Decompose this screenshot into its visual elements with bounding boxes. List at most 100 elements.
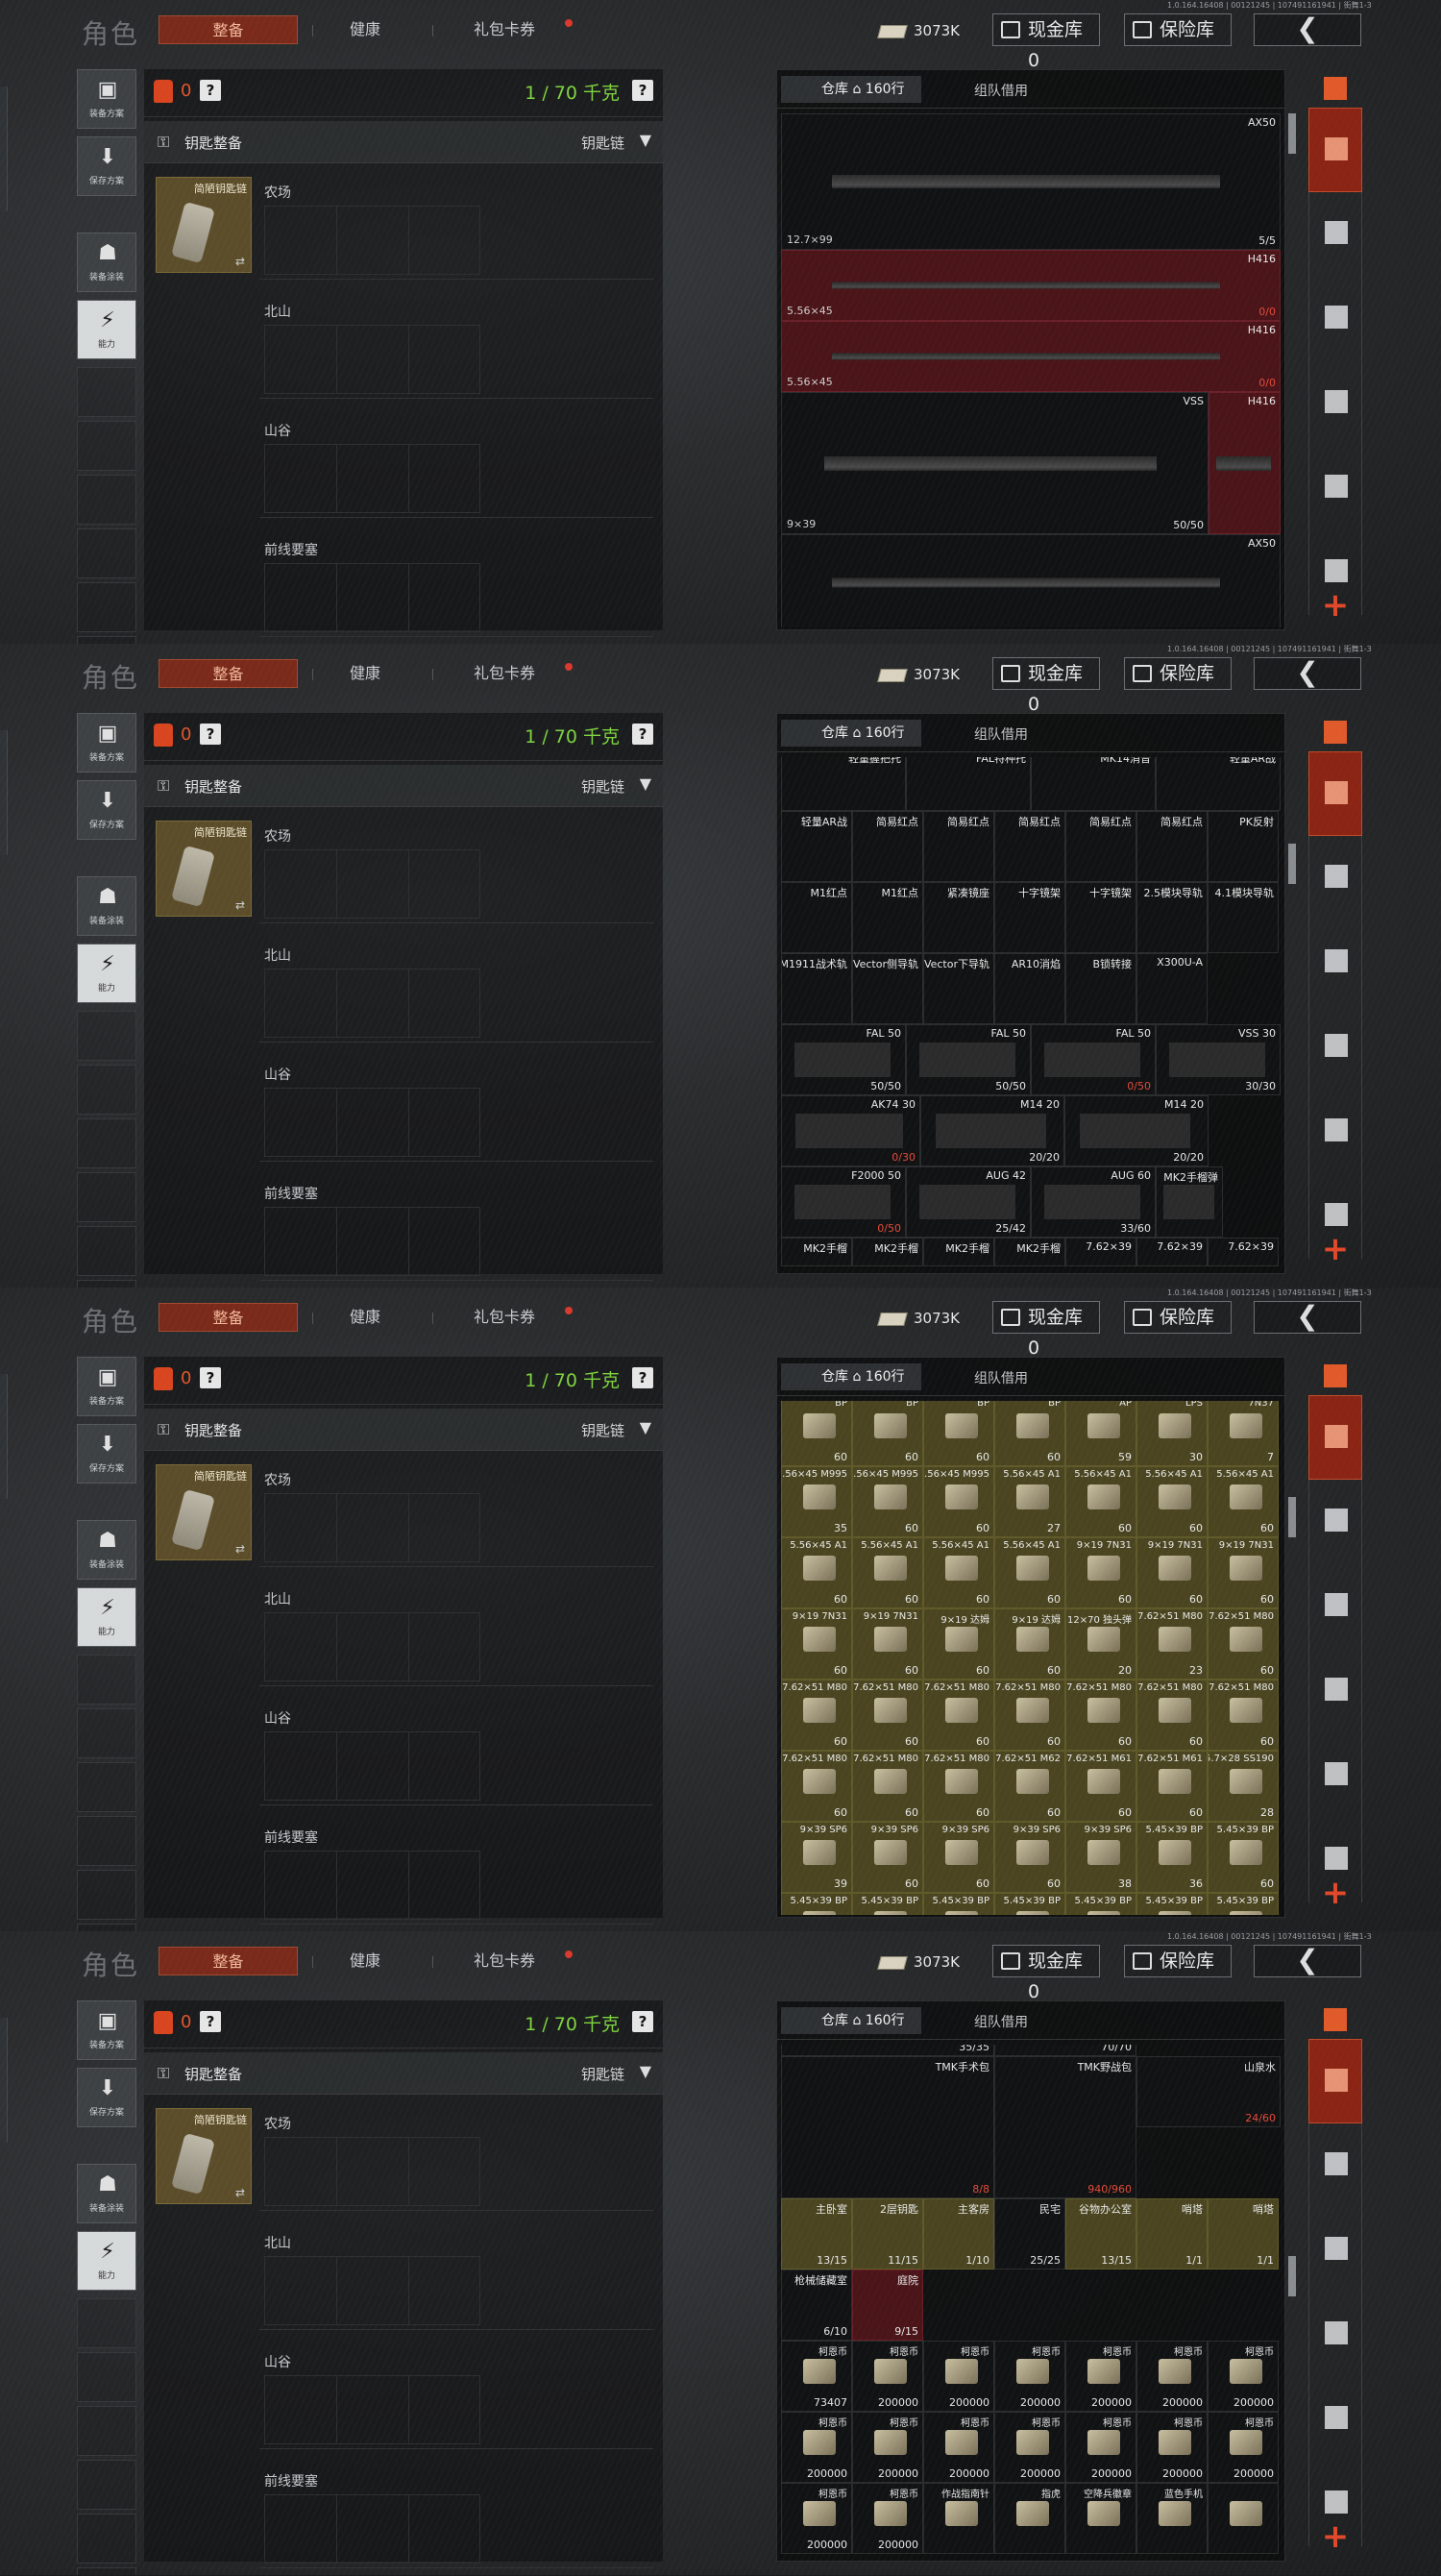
empty-slot[interactable]	[77, 1118, 136, 1168]
tab-gift-cards[interactable]: 礼包卡券	[452, 15, 557, 44]
inventory-item[interactable]: 柯恩币 73407	[781, 2341, 852, 2412]
key-slot[interactable]	[337, 1613, 409, 1681]
key-slot[interactable]	[409, 1852, 481, 1919]
scrollbar-thumb[interactable]	[1288, 844, 1296, 884]
inventory-item[interactable]: 2层钥匙 11/15	[852, 2198, 923, 2269]
key-slot[interactable]	[409, 850, 481, 918]
key-slot[interactable]	[265, 969, 337, 1037]
inventory-item[interactable]: FAL 50 50/50	[906, 1024, 1031, 1095]
gear-skin-button[interactable]: ☗ 装备涂装	[77, 876, 136, 936]
inventory-item[interactable]: 4.1模块导轨	[1208, 882, 1279, 953]
inventory-item[interactable]: 空降兵徽章	[1065, 2483, 1136, 2554]
tab-warehouse[interactable]: 仓库 ⌂ 160行	[781, 76, 921, 103]
empty-slot[interactable]	[77, 528, 136, 578]
key-slot[interactable]	[409, 564, 481, 631]
keychain-item[interactable]: 简陋钥匙链 ⇄	[156, 1464, 252, 1560]
inventory-item[interactable]: 7.62×51 M61 60	[1065, 1751, 1136, 1822]
help-icon[interactable]: ?	[632, 724, 653, 745]
inventory-item[interactable]: 9×39 SP6 60	[923, 1822, 994, 1893]
category-tab[interactable]	[1308, 192, 1362, 277]
key-slot[interactable]	[337, 207, 409, 274]
empty-slot[interactable]	[77, 1870, 136, 1920]
empty-slot[interactable]	[77, 421, 136, 471]
inventory-item[interactable]: 5.56×45 A1 60	[1208, 1466, 1279, 1537]
inventory-item[interactable]: 7.62×51 M80 60	[781, 1751, 852, 1822]
inventory-item[interactable]: 5.56×45 A1 60	[923, 1537, 994, 1608]
category-tab[interactable]	[1308, 2208, 1362, 2293]
inventory-item[interactable]: 轻量握把托	[781, 757, 906, 811]
inventory-item[interactable]: MK2手榴弹	[1156, 1166, 1223, 1238]
inventory-item[interactable]: 柯恩币 200000	[1208, 2412, 1279, 2483]
scrollbar[interactable]	[1286, 70, 1298, 629]
chevron-down-icon[interactable]: ▼	[640, 131, 651, 149]
inventory-item[interactable]: FAL 50 0/50	[1031, 1024, 1156, 1095]
inventory-item[interactable]: 柯恩币 200000	[1136, 2412, 1208, 2483]
key-slot[interactable]	[265, 1089, 337, 1156]
save-plan-button[interactable]: ⬇ 保存方案	[77, 1424, 136, 1484]
sort-button[interactable]	[1308, 713, 1362, 751]
inventory-item[interactable]: 蓝色手机	[1136, 2483, 1208, 2554]
key-slot[interactable]	[265, 1494, 337, 1561]
inventory-item[interactable]: 柯恩币 200000	[923, 2341, 994, 2412]
category-tab[interactable]	[1308, 1090, 1362, 1174]
inventory-item[interactable]: VSS 30 30/30	[1156, 1024, 1281, 1095]
key-slot[interactable]	[337, 969, 409, 1037]
inventory-item[interactable]: 7.62×51 M62 60	[994, 1751, 1065, 1822]
inventory-item[interactable]: M1红点	[781, 882, 852, 953]
key-slot[interactable]	[409, 2376, 481, 2443]
empty-slot[interactable]	[77, 1708, 136, 1758]
inventory-item[interactable]: BP 60	[994, 1401, 1065, 1466]
key-slot[interactable]	[337, 1208, 409, 1275]
key-slot[interactable]	[337, 326, 409, 393]
key-slot[interactable]	[409, 2257, 481, 2324]
key-slot[interactable]	[265, 2495, 337, 2563]
inventory-item[interactable]: 柯恩币 200000	[923, 2412, 994, 2483]
key-loadout-row[interactable]: ⚿ 钥匙整备 钥匙链 ▼	[144, 765, 663, 807]
inventory-item[interactable]: 指虎	[994, 2483, 1065, 2554]
inventory-item[interactable]: 5.56×45 M995 60	[923, 1466, 994, 1537]
inventory-item[interactable]: 7.62×39	[1208, 1238, 1279, 1266]
inventory-item[interactable]: MK2手榴	[994, 1238, 1065, 1266]
category-tab[interactable]	[1308, 277, 1362, 361]
inventory-item[interactable]: 9×19 7N31 60	[1136, 1537, 1208, 1608]
inventory-item[interactable]: 简易红点	[1136, 811, 1208, 882]
category-tab[interactable]	[1308, 1564, 1362, 1649]
inventory-item[interactable]: 5.56×45 A1 60	[1065, 1466, 1136, 1537]
inventory-item[interactable]: 7.62×51 M80 60	[781, 1680, 852, 1751]
side-handle[interactable]	[0, 1374, 8, 1499]
inventory-item[interactable]: BP 60	[923, 1401, 994, 1466]
keychain-item[interactable]: 简陋钥匙链 ⇄	[156, 2108, 252, 2204]
key-slot[interactable]	[409, 1732, 481, 1800]
inventory-item[interactable]: 7.62×51 M80 60	[923, 1680, 994, 1751]
key-slot[interactable]	[265, 1732, 337, 1800]
tab-warehouse[interactable]: 仓库 ⌂ 160行	[781, 720, 921, 747]
key-slot[interactable]	[409, 1494, 481, 1561]
inventory-item[interactable]: 5.45×39 BP60	[994, 1893, 1065, 1915]
empty-slot[interactable]	[77, 1762, 136, 1812]
inventory-item[interactable]: 柯恩币 200000	[781, 2483, 852, 2554]
inventory-item[interactable]: 7.62×51 M80 60	[852, 1751, 923, 1822]
add-button[interactable]: +	[1308, 586, 1362, 625]
key-loadout-row[interactable]: ⚿ 钥匙整备 钥匙链 ▼	[144, 121, 663, 163]
empty-slot[interactable]	[77, 1924, 136, 1931]
inventory-item[interactable]: 7.62×51 M80 60	[923, 1751, 994, 1822]
inventory-item[interactable]: 主卧室 13/15	[781, 2198, 852, 2269]
inventory-item[interactable]: M14 20 20/20	[920, 1095, 1064, 1166]
help-icon[interactable]: ?	[200, 80, 221, 101]
empty-slot[interactable]	[77, 1065, 136, 1115]
inventory-item[interactable]: 7.62×51 M80 23	[1136, 1608, 1208, 1680]
cash-vault-button[interactable]: 现金库 0	[992, 657, 1100, 715]
inventory-item[interactable]: 2.5模块导轨	[1136, 882, 1208, 953]
inventory-item[interactable]: 9×19 7N31 60	[1208, 1537, 1279, 1608]
inventory-item[interactable]: 9×19 达姆 60	[923, 1608, 994, 1680]
key-slot[interactable]	[337, 445, 409, 512]
key-slot[interactable]	[409, 1208, 481, 1275]
safe-button[interactable]: 保险库	[1124, 13, 1232, 46]
key-slot[interactable]	[337, 1732, 409, 1800]
back-button[interactable]: ❮	[1254, 13, 1361, 46]
inventory-item[interactable]: 轻量AR战	[1156, 757, 1281, 811]
inventory-item[interactable]: H416	[1209, 392, 1281, 534]
inventory-item[interactable]: 5.56×45 A1 60	[852, 1537, 923, 1608]
key-slot[interactable]	[337, 1852, 409, 1919]
tab-gift-cards[interactable]: 礼包卡券	[452, 1947, 557, 1975]
